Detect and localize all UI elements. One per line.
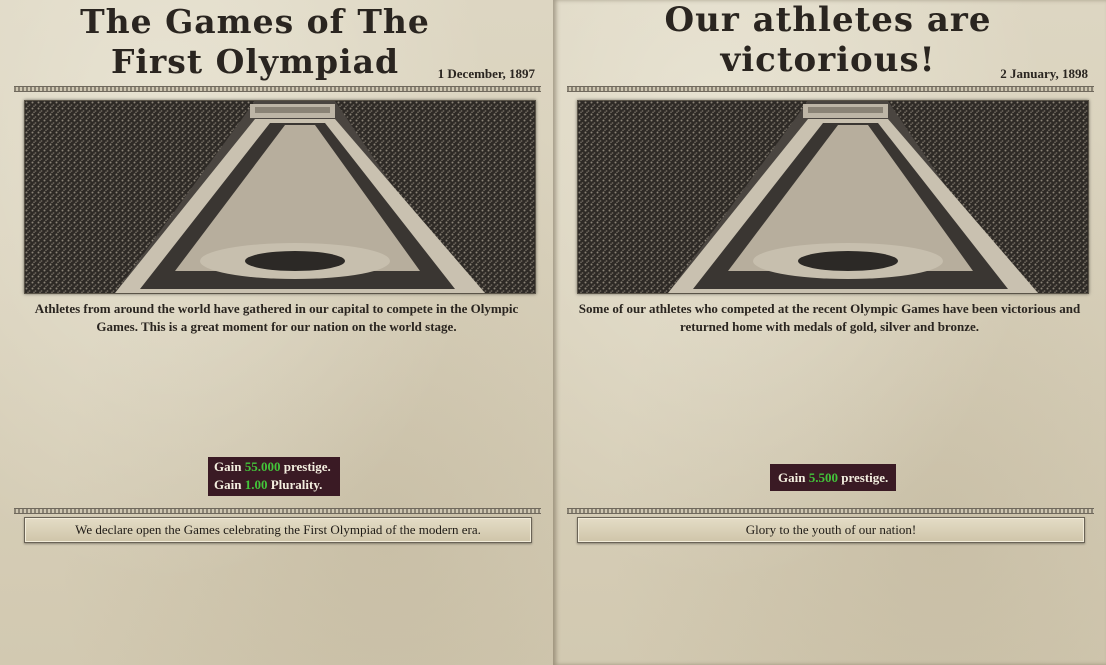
effect-value: 1.00 — [244, 477, 268, 492]
effect-value: 55.000 — [244, 459, 281, 474]
divider — [14, 508, 541, 514]
effect-line: Gain 5.500 prestige. — [778, 470, 889, 485]
effect-value: 5.500 — [808, 470, 838, 485]
divider — [567, 86, 1094, 92]
effect-line: Gain 55.000 prestige. — [214, 459, 331, 474]
divider — [567, 508, 1094, 514]
stadium-photo — [577, 100, 1089, 294]
effects-box: Gain 55.000 prestige. Gain 1.00 Pluralit… — [208, 457, 340, 496]
stadium-photo — [24, 100, 536, 294]
effect-line: Gain 1.00 Plurality. — [214, 477, 323, 492]
divider — [14, 86, 541, 92]
event-panel-victorious: Our athletes are victorious! 2 January, … — [553, 0, 1106, 665]
event-title: The Games of The First Olympiad — [80, 2, 430, 81]
event-panel-olympiad: The Games of The First Olympiad 1 Decemb… — [0, 0, 553, 665]
event-description: Athletes from around the world have gath… — [34, 301, 519, 334]
event-description: Some of our athletes who competed at the… — [578, 301, 1081, 334]
event-date: 1 December, 1897 — [437, 66, 535, 81]
effects-box: Gain 5.500 prestige. — [770, 464, 897, 491]
option-button[interactable]: Glory to the youth of our nation! — [577, 517, 1085, 543]
option-button[interactable]: We declare open the Games celebrating th… — [24, 517, 532, 543]
event-date: 2 January, 1898 — [1000, 66, 1088, 81]
